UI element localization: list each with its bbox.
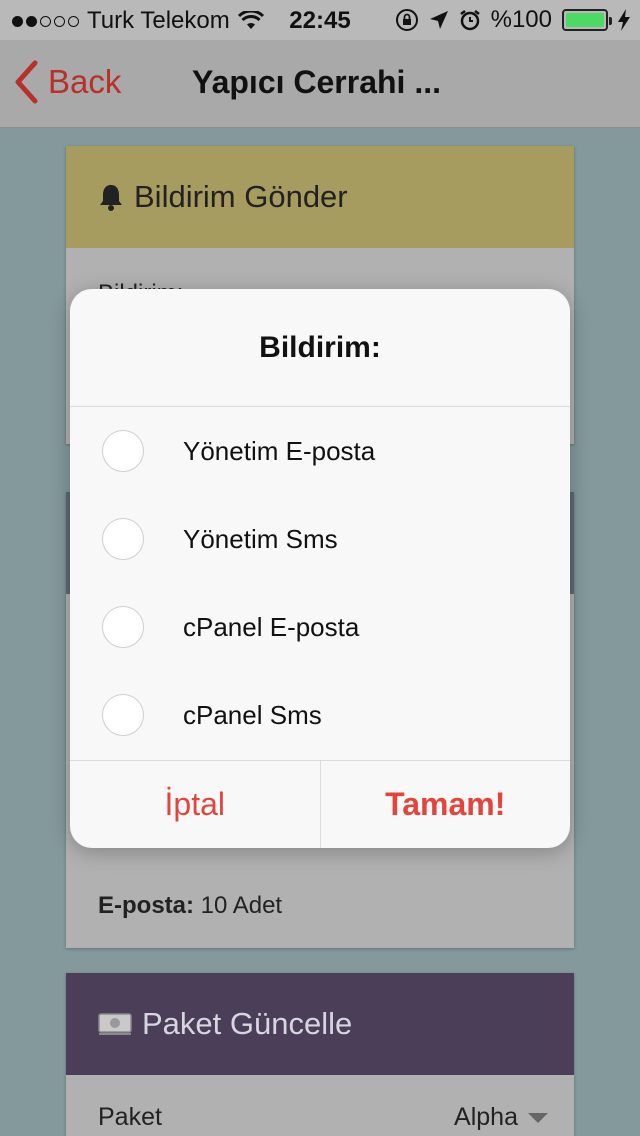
- money-icon: [98, 1013, 132, 1035]
- option-label: cPanel Sms: [183, 699, 322, 730]
- option-label: Yönetim Sms: [183, 523, 338, 554]
- option-cpanel-sms[interactable]: cPanel Sms: [70, 671, 570, 759]
- option-yonetim-sms[interactable]: Yönetim Sms: [70, 495, 570, 583]
- package-card-title: Paket Güncelle: [142, 1006, 353, 1041]
- radio-button[interactable]: [102, 694, 144, 736]
- option-cpanel-eposta[interactable]: cPanel E-posta: [70, 583, 570, 671]
- status-bar: Turk Telekom 22:45 %100: [0, 0, 640, 40]
- radio-button[interactable]: [102, 606, 144, 648]
- orientation-lock-icon: [395, 9, 418, 31]
- option-yonetim-eposta[interactable]: Yönetim E-posta: [70, 407, 570, 495]
- location-arrow-icon: [429, 11, 448, 29]
- battery-icon: [562, 9, 612, 31]
- package-value-text: Alpha: [454, 1103, 518, 1131]
- notification-dialog: Bildirim: Yönetim E-posta Yönetim Sms cP…: [70, 289, 570, 848]
- email-quota-label: E-posta:: [98, 892, 194, 919]
- package-card-header: Paket Güncelle: [66, 973, 574, 1075]
- back-label: Back: [48, 63, 122, 100]
- page-title: Yapıcı Cerrahi ...: [192, 64, 441, 100]
- radio-button[interactable]: [102, 430, 144, 472]
- email-quota-value: 10 Adet: [200, 892, 283, 919]
- ok-button[interactable]: Tamam!: [321, 761, 571, 848]
- cancel-button[interactable]: İptal: [70, 761, 321, 848]
- option-label: Yönetim E-posta: [183, 435, 376, 466]
- battery-percent: %100: [490, 6, 552, 33]
- alarm-icon: [459, 10, 480, 31]
- option-label: cPanel E-posta: [183, 611, 360, 642]
- back-button[interactable]: Back: [14, 60, 121, 104]
- dialog-actions: İptal Tamam!: [70, 760, 570, 848]
- notification-card-title: Bildirim Gönder: [134, 179, 348, 214]
- package-field-label: Paket: [98, 1103, 162, 1131]
- charging-bolt-icon: [618, 9, 630, 31]
- notification-card-header: Bildirim Gönder: [66, 146, 574, 248]
- dialog-title: Bildirim:: [70, 289, 570, 407]
- radio-button[interactable]: [102, 518, 144, 560]
- package-card: Paket Güncelle Paket Alpha: [66, 973, 574, 1136]
- dropdown-caret-icon: [528, 1112, 548, 1123]
- package-selected-value: Alpha: [454, 1103, 548, 1132]
- status-right: %100: [395, 6, 630, 34]
- bell-icon: [100, 185, 122, 211]
- email-quota-row: E-posta: 10 Adet: [98, 892, 282, 920]
- package-select[interactable]: Paket Alpha: [66, 1075, 574, 1132]
- chevron-left-icon: [15, 60, 38, 104]
- navigation-bar: Back Yapıcı Cerrahi ...: [0, 40, 640, 128]
